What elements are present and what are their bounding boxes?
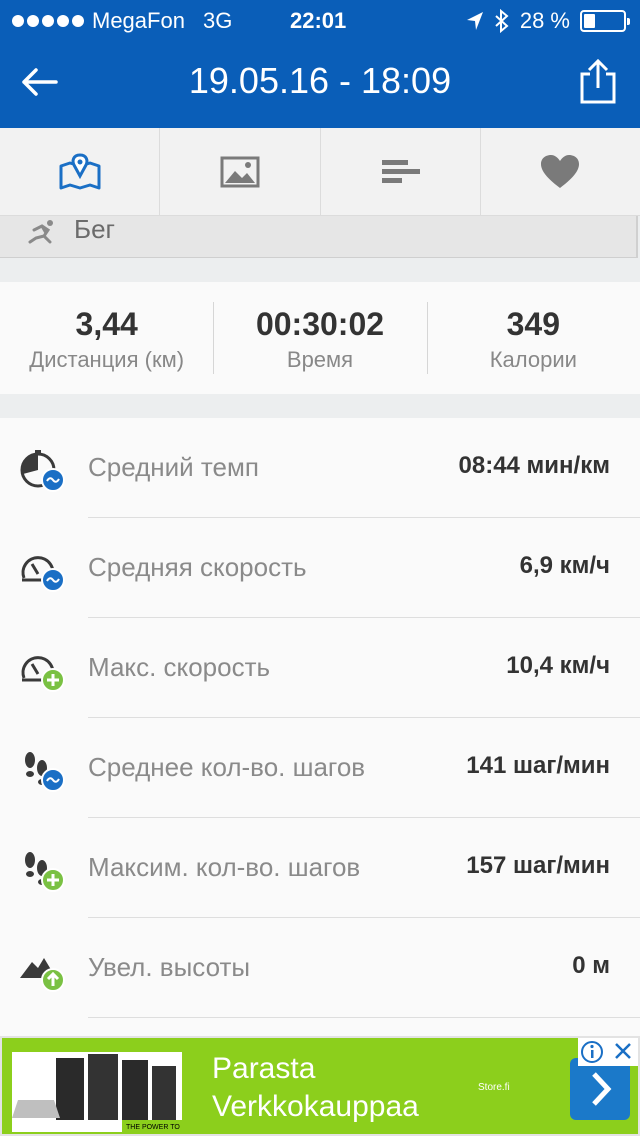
ad-content[interactable]: THE POWER TO Parasta Verkkokauppaa Store… [2, 1038, 638, 1134]
calories-caption: Калории [489, 347, 577, 372]
ad-title-line2: Verkkokauppaa [212, 1090, 419, 1123]
tab-heart-rate[interactable] [481, 128, 640, 215]
time-caption: Время [286, 347, 354, 372]
divider [88, 1017, 640, 1018]
stat-value: 10,4 км/ч [506, 652, 610, 679]
share-icon[interactable] [578, 58, 618, 104]
signal-strength-icon [12, 15, 84, 27]
ad-choices-controls[interactable] [578, 1038, 638, 1066]
stat-value: 157 шаг/мин [466, 852, 610, 879]
summary-time: 00:30:02 Время [213, 282, 426, 394]
summary-calories: 349 Калории [426, 282, 640, 394]
activity-type-row[interactable]: Бег [0, 214, 638, 258]
chevron-right-icon [592, 1072, 612, 1106]
list-item: Увел. высоты 0 м [0, 918, 640, 1018]
stat-value: 0 м [572, 952, 610, 979]
stat-label: Увел. высоты [88, 952, 251, 982]
stats-list: Средний темп 08:44 мин/км Средняя скорос… [0, 418, 640, 1036]
status-left: MegaFon 3G [12, 8, 232, 34]
ad-banner[interactable]: THE POWER TO Parasta Verkkokauppaa Store… [0, 1036, 640, 1136]
ad-product-image: THE POWER TO [12, 1052, 182, 1132]
avg-speed-icon [21, 556, 65, 592]
clock: 22:01 [290, 8, 347, 33]
stat-value: 141 шаг/мин [466, 752, 610, 779]
max-steps-icon [25, 852, 65, 892]
location-icon [466, 12, 483, 30]
calories-value: 349 [506, 306, 561, 342]
stat-label: Максим. кол-во. шагов [88, 852, 361, 882]
max-speed-icon [21, 656, 65, 692]
tab-bar [0, 128, 640, 216]
carrier-name: MegaFon [92, 8, 185, 33]
elevation-gain-icon [20, 958, 65, 992]
list-item: Среднее кол-во. шагов 141 шаг/мин [0, 718, 640, 818]
page-title: 19.05.16 - 18:09 [188, 60, 452, 101]
list-item: Макс. скорость 10,4 км/ч [0, 618, 640, 718]
app-header: MegaFon 3G 22:01 28 % 19.05.16 - 18:09 [0, 0, 640, 128]
tab-splits[interactable] [321, 128, 481, 215]
battery-fill [584, 14, 595, 28]
stat-label: Среднее кол-во. шагов [88, 752, 366, 782]
tab-map[interactable] [0, 128, 161, 215]
list-icon [382, 159, 421, 183]
ad-title-line1: Parasta [212, 1052, 316, 1085]
time-value: 00:30:02 [255, 306, 385, 342]
activity-type-label: Бег [74, 214, 116, 244]
battery-percent: 28 % [519, 8, 570, 33]
list-item: Средний темп 08:44 мин/км [0, 418, 640, 518]
stat-value: 6,9 км/ч [519, 552, 610, 579]
heart-icon [541, 154, 580, 188]
ad-open-button[interactable] [570, 1058, 630, 1120]
stat-label: Средняя скорость [88, 552, 307, 582]
stat-label: Макс. скорость [88, 652, 271, 682]
bluetooth-icon [495, 9, 509, 33]
summary-panel: 3,44 Дистанция (км) 00:30:02 Время 349 К… [0, 282, 640, 394]
tab-photos[interactable] [160, 128, 321, 215]
status-bar: MegaFon 3G 22:01 28 % [0, 0, 640, 40]
avg-pace-icon [20, 450, 65, 492]
list-item: Максим. кол-во. шагов 157 шаг/мин [0, 818, 640, 918]
list-item: Средняя скорость 6,9 км/ч [0, 518, 640, 618]
summary-distance: 3,44 Дистанция (км) [0, 282, 213, 394]
stat-label: Средний темп [88, 452, 259, 482]
image-icon [220, 156, 260, 187]
status-right: 28 % [466, 8, 630, 34]
distance-caption: Дистанция (км) [29, 347, 185, 372]
ad-title: Parasta Verkkokauppaa [212, 1050, 419, 1126]
battery-icon [580, 10, 630, 32]
network-type: 3G [202, 8, 233, 33]
map-icon [59, 152, 101, 189]
running-icon [28, 220, 53, 244]
stat-value: 08:44 мин/км [458, 452, 611, 479]
avg-steps-icon [25, 752, 65, 792]
ad-tagline: THE POWER TO [126, 1124, 180, 1131]
ad-brand: Store.fi [478, 1082, 510, 1093]
distance-value: 3,44 [75, 306, 138, 342]
